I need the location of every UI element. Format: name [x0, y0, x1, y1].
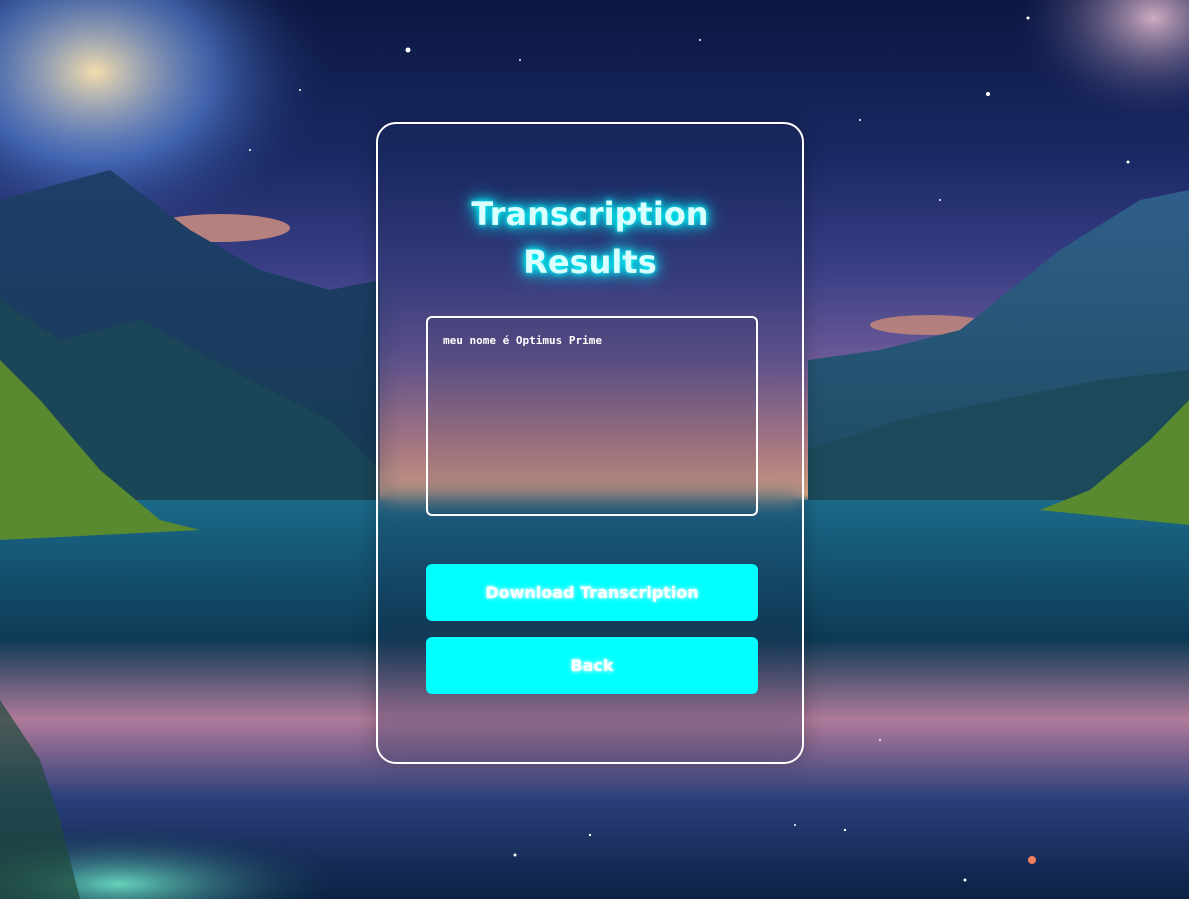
page-title-line-2: Results [523, 243, 657, 281]
app-background: Transcription Results meu nome é Optimus… [0, 0, 1189, 899]
transcription-results-card: Transcription Results meu nome é Optimus… [376, 122, 804, 764]
download-transcription-button[interactable]: Download Transcription [426, 564, 758, 621]
page-title-line-1: Transcription [471, 195, 709, 233]
page-title: Transcription Results [378, 190, 802, 286]
back-button[interactable]: Back [426, 637, 758, 694]
transcription-textarea[interactable]: meu nome é Optimus Prime [426, 316, 758, 516]
